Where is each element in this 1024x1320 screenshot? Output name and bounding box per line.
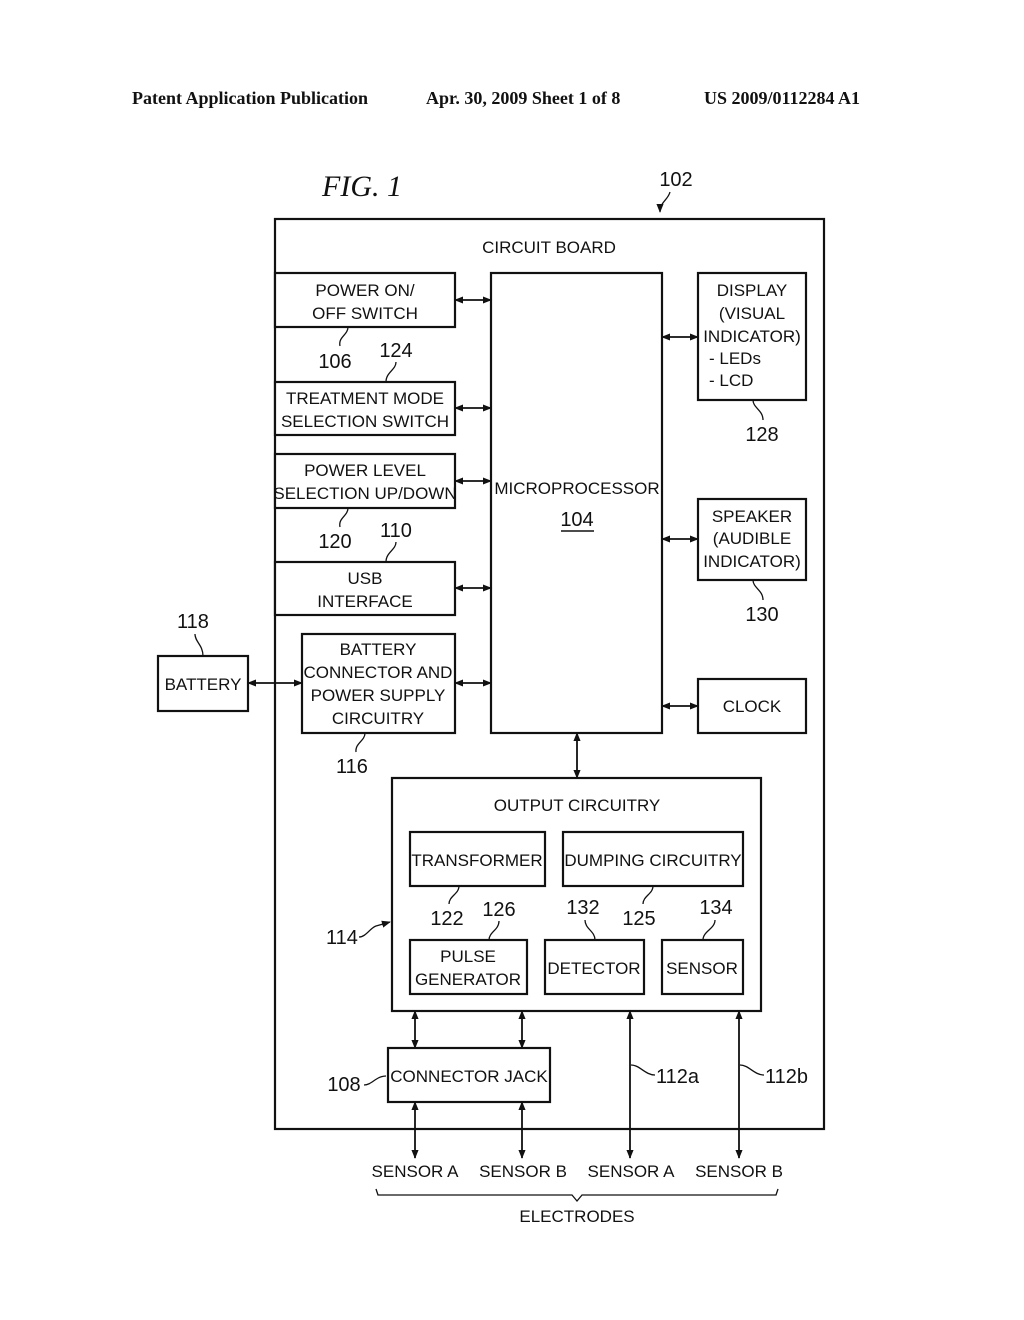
ref-104: 104 xyxy=(560,509,593,531)
usb-interface-block: USB INTERFACE xyxy=(273,560,457,617)
electrode-label: SENSOR B xyxy=(695,1162,783,1181)
battery-block: BATTERY xyxy=(156,654,250,713)
ref-108: 108 xyxy=(327,1074,360,1096)
transformer-block: TRANSFORMER xyxy=(408,830,547,888)
svg-text:DISPLAY: DISPLAY xyxy=(717,281,788,300)
electrodes-brace xyxy=(375,1188,779,1203)
clock-block: CLOCK xyxy=(696,677,808,735)
svg-text:SELECTION UP/DOWN: SELECTION UP/DOWN xyxy=(273,484,456,503)
connector-jack-block: CONNECTOR JACK xyxy=(386,1046,552,1104)
svg-text:CIRCUITRY: CIRCUITRY xyxy=(332,709,424,728)
leader-102 xyxy=(656,191,671,213)
sensor-block: SENSOR xyxy=(660,938,745,996)
svg-text:CONNECTOR JACK: CONNECTOR JACK xyxy=(390,1067,548,1086)
svg-text:TRANSFORMER: TRANSFORMER xyxy=(411,851,542,870)
svg-text:SENSOR: SENSOR xyxy=(666,959,738,978)
svg-text:TREATMENT MODE: TREATMENT MODE xyxy=(286,389,444,408)
electrode-label: SENSOR A xyxy=(372,1162,460,1181)
svg-text:GENERATOR: GENERATOR xyxy=(415,970,521,989)
svg-text:INDICATOR): INDICATOR) xyxy=(703,552,801,571)
pulse-generator-block: PULSE GENERATOR xyxy=(408,938,529,996)
electrode-label: SENSOR B xyxy=(479,1162,567,1181)
ref-116: 116 xyxy=(336,756,368,778)
ref-102: 102 xyxy=(659,169,692,191)
svg-text:BATTERY: BATTERY xyxy=(340,640,417,659)
display-block: DISPLAY (VISUAL INDICATOR) - LEDs - LCD xyxy=(696,271,808,402)
power-switch-block: POWER ON/ OFF SWITCH xyxy=(273,271,457,329)
electrode-label: SENSOR A xyxy=(588,1162,676,1181)
detector-block: DETECTOR xyxy=(543,938,646,996)
ref-124: 124 xyxy=(379,340,412,362)
microprocessor-block: MICROPROCESSOR 104 xyxy=(489,271,664,735)
svg-text:OFF SWITCH: OFF SWITCH xyxy=(312,304,418,323)
svg-text:- LEDs: - LEDs xyxy=(709,349,761,368)
svg-text:CLOCK: CLOCK xyxy=(723,697,782,716)
svg-text:- LCD: - LCD xyxy=(709,371,753,390)
ref-122: 122 xyxy=(430,908,463,930)
ref-126: 126 xyxy=(482,899,515,921)
ref-106: 106 xyxy=(318,351,351,373)
svg-text:(VISUAL: (VISUAL xyxy=(719,304,785,323)
svg-text:SPEAKER: SPEAKER xyxy=(712,507,792,526)
svg-text:BATTERY: BATTERY xyxy=(165,675,242,694)
ref-125: 125 xyxy=(622,908,655,930)
ref-114: 114 xyxy=(326,927,358,949)
treatment-mode-block: TREATMENT MODE SELECTION SWITCH xyxy=(273,380,457,437)
svg-text:POWER SUPPLY: POWER SUPPLY xyxy=(311,686,446,705)
svg-text:SELECTION SWITCH: SELECTION SWITCH xyxy=(281,412,449,431)
svg-text:INTERFACE: INTERFACE xyxy=(317,592,412,611)
output-circuitry-label: OUTPUT CIRCUITRY xyxy=(494,796,661,815)
ref-112b: 112b xyxy=(765,1066,808,1088)
svg-text:POWER LEVEL: POWER LEVEL xyxy=(304,461,426,480)
dumping-circuitry-block: DUMPING CIRCUITRY xyxy=(561,830,745,888)
ref-110: 110 xyxy=(380,520,412,542)
speaker-block: SPEAKER (AUDIBLE INDICATOR) xyxy=(696,497,808,582)
circuit-board-label: CIRCUIT BOARD xyxy=(482,238,616,257)
ref-132: 132 xyxy=(566,897,599,919)
power-level-block: POWER LEVEL SELECTION UP/DOWN xyxy=(273,452,457,510)
svg-text:(AUDIBLE: (AUDIBLE xyxy=(713,529,791,548)
svg-text:CONNECTOR AND: CONNECTOR AND xyxy=(304,663,453,682)
svg-text:DETECTOR: DETECTOR xyxy=(547,959,640,978)
leader-118 xyxy=(194,633,204,657)
svg-text:DUMPING CIRCUITRY: DUMPING CIRCUITRY xyxy=(564,851,741,870)
svg-text:USB: USB xyxy=(348,569,383,588)
electrodes-group-label: ELECTRODES xyxy=(519,1207,634,1226)
svg-text:PULSE: PULSE xyxy=(440,947,496,966)
svg-text:MICROPROCESSOR: MICROPROCESSOR xyxy=(494,479,659,498)
ref-128: 128 xyxy=(745,424,778,446)
svg-text:INDICATOR): INDICATOR) xyxy=(703,327,801,346)
ref-118: 118 xyxy=(177,611,209,633)
ref-120: 120 xyxy=(318,531,351,553)
battery-connector-block: BATTERY CONNECTOR AND POWER SUPPLY CIRCU… xyxy=(300,632,457,735)
block-diagram: CIRCUIT BOARD 102 POWER ON/ OFF SWITCH 1… xyxy=(156,169,826,1226)
ref-112a: 112a xyxy=(656,1066,700,1088)
svg-text:POWER ON/: POWER ON/ xyxy=(315,281,414,300)
ref-134: 134 xyxy=(699,897,732,919)
ref-130: 130 xyxy=(745,604,778,626)
